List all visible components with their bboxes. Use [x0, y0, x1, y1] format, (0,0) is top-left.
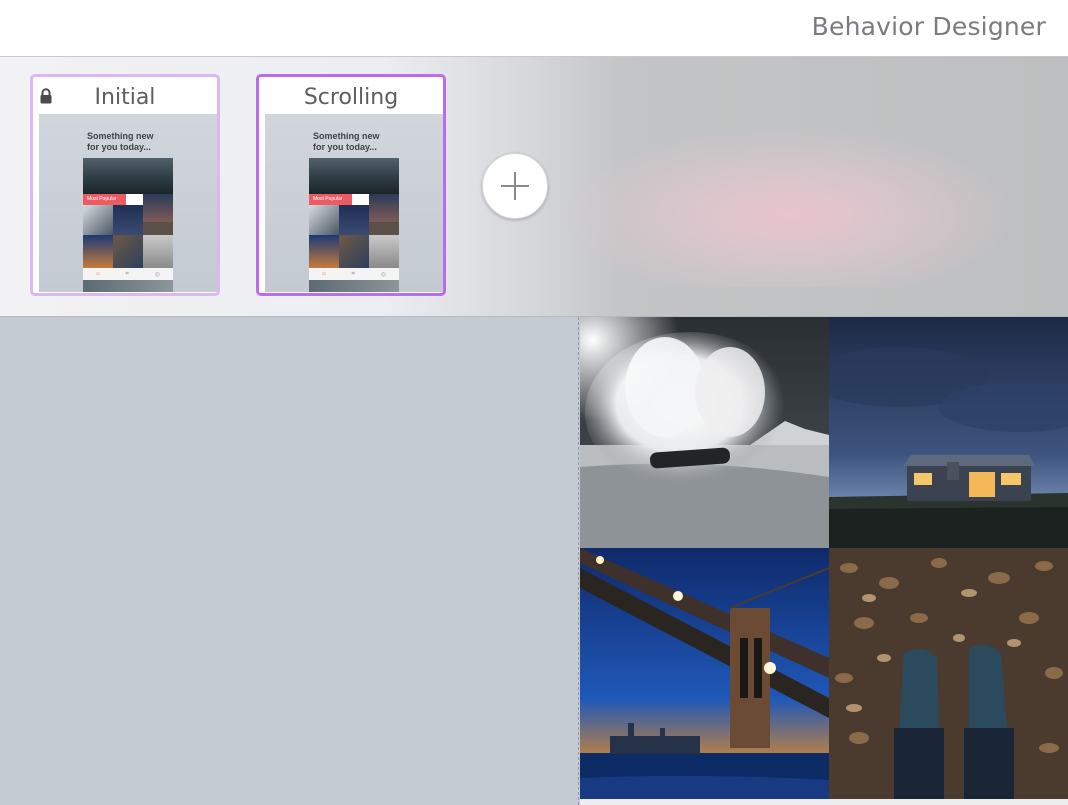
state-card-scrolling[interactable]: Scrolling Something new for you today...… — [256, 74, 446, 296]
app-title: Behavior Designer — [811, 12, 1046, 41]
thumbnail-photo-cell — [339, 205, 369, 235]
thumbnail-tab-bar: ⌂ ⌗ ◎ — [309, 268, 399, 280]
canvas-bottom-edge — [580, 799, 1068, 805]
thumbnail-screen: Most Popular ⌂ ⌗ ◎ — [83, 158, 173, 292]
thumbnail-badge: Most Popular — [83, 194, 126, 205]
thumbnail-next-row — [309, 280, 399, 292]
thumbnail-hero-image — [309, 158, 399, 194]
state-card-initial[interactable]: Initial Something new for you today... M… — [30, 74, 220, 296]
home-icon: ⌂ — [95, 271, 100, 277]
thumbnail-photo-cell — [143, 222, 173, 235]
thumbnail-photo-cell — [113, 205, 143, 235]
cabin-photo[interactable] — [829, 317, 1068, 548]
thumbnail-photo-cell — [83, 205, 113, 235]
thumbnail-headline: Something new for you today... — [313, 131, 380, 152]
thumbnail-photo-cell — [143, 194, 173, 222]
snowboard-photo[interactable] — [580, 317, 829, 548]
states-strip: Initial Something new for you today... M… — [0, 57, 1068, 317]
grid-icon: ⌗ — [125, 270, 129, 277]
state-label: Scrolling — [303, 85, 399, 110]
thumbnail-hero-image — [83, 158, 173, 194]
photo-grid[interactable] — [580, 317, 1068, 799]
screen-guide-line — [578, 317, 579, 805]
add-state-button[interactable] — [482, 153, 548, 219]
profile-icon: ◎ — [154, 271, 161, 278]
thumbnail-photo-cell — [369, 235, 399, 268]
thumbnail-photo-cell — [369, 222, 399, 235]
title-bar: Behavior Designer — [0, 0, 1068, 57]
plus-icon — [501, 172, 529, 200]
thumbnail-photo-cell — [309, 205, 339, 235]
bridge-photo[interactable] — [580, 548, 829, 799]
thumbnail-photo-cell — [339, 235, 369, 268]
home-icon: ⌂ — [321, 271, 326, 277]
profile-icon: ◎ — [380, 271, 387, 278]
state-thumbnail: Something new for you today... Most Popu… — [265, 114, 443, 292]
thumbnail-screen: Most Popular ⌂ ⌗ ◎ — [309, 158, 399, 292]
thumbnail-photo-cell — [143, 235, 173, 268]
background-glow — [560, 127, 1020, 287]
thumbnail-badge: Most Popular — [309, 194, 352, 205]
thumbnail-photo-cell — [369, 194, 399, 222]
thumbnail-headline: Something new for you today... — [87, 131, 154, 152]
state-thumbnail: Something new for you today... Most Popu… — [39, 114, 217, 292]
thumbnail-photo-cell — [309, 235, 339, 268]
boots-photo[interactable] — [829, 548, 1068, 799]
thumbnail-photo-cell — [83, 235, 113, 268]
grid-icon: ⌗ — [351, 270, 355, 277]
thumbnail-next-row — [83, 280, 173, 292]
thumbnail-tab-bar: ⌂ ⌗ ◎ — [83, 268, 173, 280]
design-canvas[interactable] — [0, 317, 1068, 805]
state-label: Initial — [94, 85, 156, 110]
thumbnail-photo-cell — [113, 235, 143, 268]
